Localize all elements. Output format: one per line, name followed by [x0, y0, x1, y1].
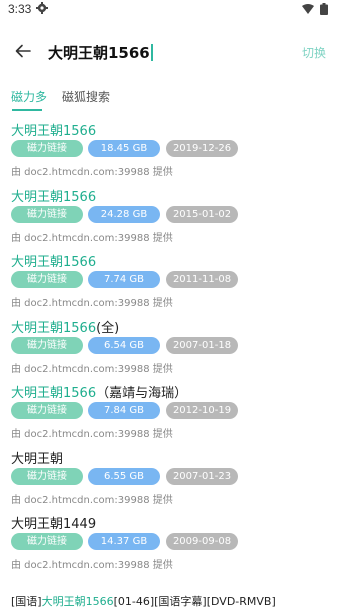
active-tab-indicator	[12, 109, 42, 111]
result-source: 由 doc2.htmcdn.com:39988 提供	[11, 429, 173, 440]
result-source: 由 doc2.htmcdn.com:39988 提供	[11, 232, 173, 244]
date-badge: 2019-12-26	[166, 140, 238, 157]
size-badge: 6.55 GB	[88, 467, 160, 485]
result-title: 大明王朝1566（嘉靖与海瑞）	[11, 386, 188, 401]
list-item[interactable]: 大明王朝1566 磁力链接 24.28 GB 2015-01-02 由 doc2…	[0, 184, 338, 250]
date-badge: 2012-10-19	[166, 402, 238, 419]
source-tabs: 磁力多 磁狐搜索	[0, 84, 338, 114]
magnet-link-button[interactable]: 磁力链接	[11, 140, 83, 157]
magnet-link-button[interactable]: 磁力链接	[11, 533, 83, 550]
wifi-icon	[302, 4, 314, 14]
date-badge: 2009-09-08	[166, 533, 238, 550]
results-list: 大明王朝1566 磁力链接 18.45 GB 2019-12-26 由 doc2…	[0, 118, 338, 577]
magnet-link-button[interactable]: 磁力链接	[11, 271, 83, 288]
result-title: 大明王朝1566	[11, 189, 97, 205]
magnet-link-button[interactable]: 磁力链接	[11, 336, 83, 354]
result-source: 由 doc2.htmcdn.com:39988 提供	[11, 494, 173, 506]
back-arrow-icon[interactable]	[14, 42, 32, 60]
date-badge: 2011-11-08	[166, 271, 238, 288]
search-query[interactable]: 大明王朝1566	[48, 42, 153, 63]
status-bar: 3:33	[0, 0, 338, 20]
magnet-link-button[interactable]: 磁力链接	[11, 205, 83, 223]
result-title: 大明王朝1566(全)	[11, 320, 120, 336]
magnet-link-button[interactable]: 磁力链接	[11, 402, 83, 419]
result-title: 大明王朝	[11, 451, 64, 467]
switch-button[interactable]: 切换	[302, 44, 326, 61]
magnet-link-button[interactable]: 磁力链接	[11, 467, 83, 485]
size-badge: 18.45 GB	[88, 140, 160, 157]
tab-cili-duo[interactable]: 磁力多	[11, 88, 47, 105]
search-query-text: 大明王朝1566	[48, 44, 150, 62]
list-item[interactable]: 大明王朝1566 磁力链接 7.74 GB 2011-11-08 由 doc2.…	[0, 249, 338, 315]
gear-icon	[36, 2, 48, 14]
result-title: 大明王朝1566	[11, 255, 97, 270]
result-source: 由 doc2.htmcdn.com:39988 提供	[11, 363, 173, 375]
search-header: 大明王朝1566 切换	[0, 32, 338, 72]
tab-cihu-search[interactable]: 磁狐搜索	[62, 88, 110, 105]
result-title: 大明王朝1449	[11, 517, 97, 532]
size-badge: 7.74 GB	[88, 271, 160, 288]
partial-result-title[interactable]: [国语]大明王朝1566[01-46][国语字幕][DVD-RMVB]	[11, 593, 276, 609]
date-badge: 2015-01-02	[166, 205, 238, 223]
result-title: 大明王朝1566	[11, 124, 97, 139]
list-item[interactable]: 大明王朝1449 磁力链接 14.37 GB 2009-09-08 由 doc2…	[0, 511, 338, 577]
result-source: 由 doc2.htmcdn.com:39988 提供	[11, 298, 173, 309]
status-time: 3:33	[8, 2, 32, 16]
list-item[interactable]: 大明王朝 磁力链接 6.55 GB 2007-01-23 由 doc2.htmc…	[0, 446, 338, 512]
date-badge: 2007-01-23	[166, 467, 238, 485]
list-item[interactable]: 大明王朝1566 磁力链接 18.45 GB 2019-12-26 由 doc2…	[0, 118, 338, 184]
list-item[interactable]: 大明王朝1566(全) 磁力链接 6.54 GB 2007-01-18 由 do…	[0, 315, 338, 381]
result-source: 由 doc2.htmcdn.com:39988 提供	[11, 560, 173, 571]
text-caret	[150, 44, 153, 61]
battery-icon	[320, 3, 328, 15]
size-badge: 24.28 GB	[88, 205, 160, 223]
size-badge: 14.37 GB	[88, 533, 160, 550]
size-badge: 6.54 GB	[88, 336, 160, 354]
size-badge: 7.84 GB	[88, 402, 160, 419]
list-item[interactable]: 大明王朝1566（嘉靖与海瑞） 磁力链接 7.84 GB 2012-10-19 …	[0, 380, 338, 446]
result-source: 由 doc2.htmcdn.com:39988 提供	[11, 167, 173, 178]
date-badge: 2007-01-18	[166, 336, 238, 354]
